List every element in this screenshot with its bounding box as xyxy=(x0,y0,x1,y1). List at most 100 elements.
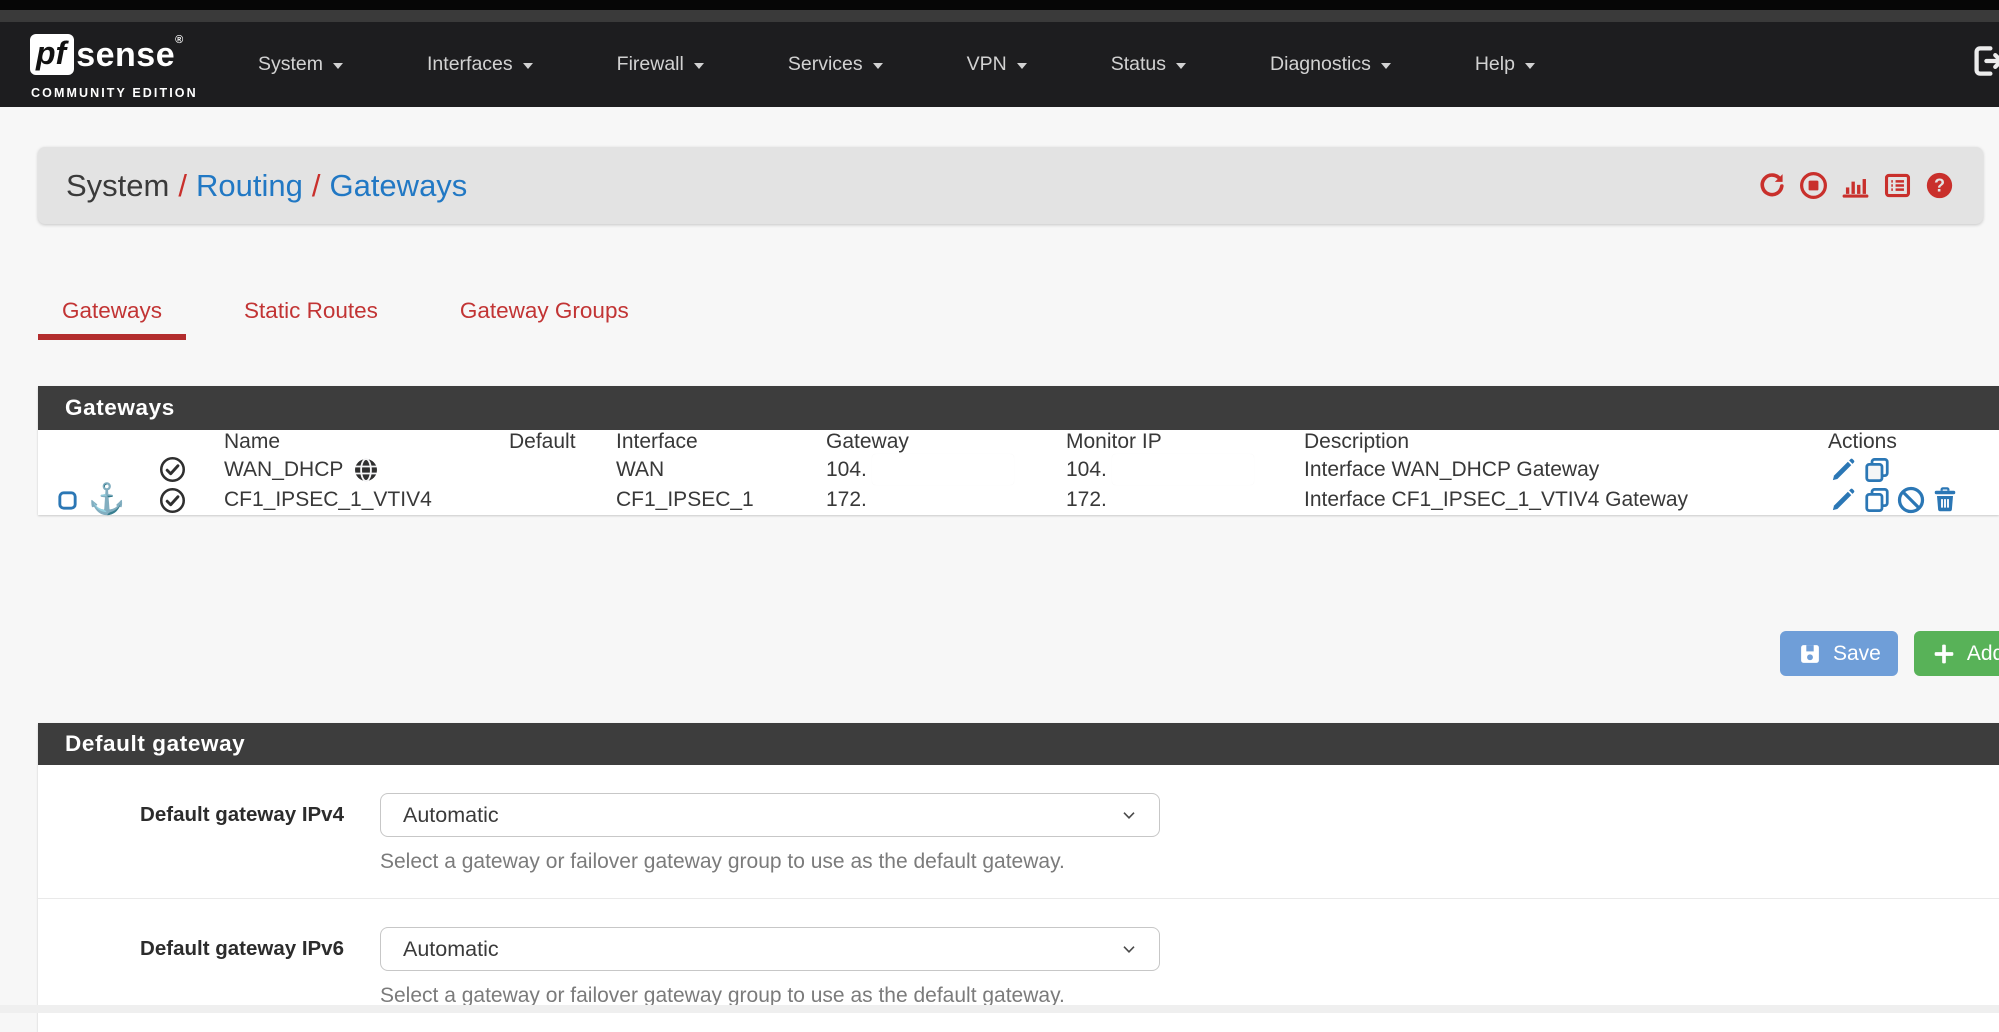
default-gateway-ipv6-label: Default gateway IPv6 xyxy=(38,927,344,961)
window-top-strip xyxy=(0,0,1999,10)
logo-pf-box: pf xyxy=(30,34,74,75)
gateway-actions-cell xyxy=(1828,454,1999,485)
gateway-name: WAN_DHCP xyxy=(224,458,343,482)
plus-icon xyxy=(1931,641,1957,667)
gateway-address-cell: 172. xyxy=(826,485,1066,515)
refresh-icon[interactable] xyxy=(1756,170,1787,201)
main-menu: System Interfaces Firewall Services VPN … xyxy=(258,22,1535,107)
copy-gateway-button[interactable] xyxy=(1862,455,1892,485)
pfsense-logo[interactable]: pfsense® xyxy=(30,34,184,77)
gateway-interface-cell: WAN xyxy=(616,454,826,485)
disable-gateway-button[interactable] xyxy=(1896,485,1926,515)
chart-icon[interactable] xyxy=(1840,170,1871,201)
chevron-down-icon xyxy=(1119,939,1139,959)
menu-system[interactable]: System xyxy=(258,53,343,76)
column-header-description: Description xyxy=(1304,430,1828,454)
breadcrumb-gateways-link[interactable]: Gateways xyxy=(329,168,467,204)
chevron-down-icon xyxy=(1525,63,1535,69)
page-bottom-strip xyxy=(0,1005,1999,1013)
column-header-name: Name xyxy=(224,430,509,454)
help-icon[interactable]: ? xyxy=(1924,170,1955,201)
chevron-down-icon xyxy=(1017,63,1027,69)
column-header-interface: Interface xyxy=(616,430,826,454)
sign-out-icon[interactable] xyxy=(1969,42,1999,80)
chevron-down-icon xyxy=(694,63,704,69)
menu-firewall[interactable]: Firewall xyxy=(617,53,704,76)
menu-status[interactable]: Status xyxy=(1111,53,1186,76)
tab-static-routes[interactable]: Static Routes xyxy=(220,288,402,340)
breadcrumb-routing-link[interactable]: Routing xyxy=(196,168,303,204)
copy-gateway-button[interactable] xyxy=(1862,485,1892,515)
table-row-marker-cell: ⚓ xyxy=(38,485,158,515)
header-spacer xyxy=(38,430,158,454)
window-title-strip xyxy=(0,10,1999,22)
monitor-ip: 104. xyxy=(1066,458,1107,482)
column-header-actions: Actions xyxy=(1828,430,1999,454)
menu-interfaces[interactable]: Interfaces xyxy=(427,53,533,76)
globe-icon xyxy=(352,456,380,484)
community-edition-tagline: COMMUNITY EDITION xyxy=(31,86,198,100)
stop-icon[interactable] xyxy=(1798,170,1829,201)
delete-gateway-button[interactable] xyxy=(1930,485,1960,515)
chevron-down-icon xyxy=(873,63,883,69)
registered-mark: ® xyxy=(175,34,184,46)
save-button-label: Save xyxy=(1833,642,1881,666)
column-header-default: Default xyxy=(509,430,616,454)
default-gateway-ipv6-select[interactable]: Automatic xyxy=(380,927,1160,971)
breadcrumb: System / Routing / Gateways ? xyxy=(38,147,1983,224)
gateway-status-cell xyxy=(158,454,224,485)
gateway-address: 104. xyxy=(826,458,867,482)
table-row-marker-cell xyxy=(38,454,158,485)
menu-services-label: Services xyxy=(788,53,863,76)
default-gateway-ipv4-select[interactable]: Automatic xyxy=(380,793,1160,837)
monitor-ip-cell: 172. xyxy=(1066,485,1304,515)
breadcrumb-separator: / xyxy=(169,168,196,204)
chevron-down-icon xyxy=(1381,63,1391,69)
svg-text:?: ? xyxy=(1934,176,1945,196)
square-icon xyxy=(56,489,79,512)
default-gateway-panel: Default gateway Default gateway IPv4 Aut… xyxy=(38,723,1999,1032)
gateways-panel: Gateways Name Default Interface Gateway … xyxy=(38,386,1999,515)
logo-sense-text: sense® xyxy=(76,34,184,77)
add-button[interactable]: Add xyxy=(1914,631,1999,676)
gateways-table: Name Default Interface Gateway Monitor I… xyxy=(38,430,1999,515)
save-button[interactable]: Save xyxy=(1780,631,1898,676)
tab-gateways[interactable]: Gateways xyxy=(38,288,186,340)
gateways-panel-title: Gateways xyxy=(38,386,1999,430)
default-gateway-ipv4-label: Default gateway IPv4 xyxy=(38,793,344,827)
menu-help[interactable]: Help xyxy=(1475,53,1535,76)
breadcrumb-system: System xyxy=(66,168,169,204)
menu-firewall-label: Firewall xyxy=(617,53,684,76)
floppy-icon xyxy=(1797,641,1823,667)
gateway-interface-cell: CF1_IPSEC_1 xyxy=(616,485,826,515)
chevron-down-icon xyxy=(1119,805,1139,825)
edit-gateway-button[interactable] xyxy=(1828,455,1858,485)
gateway-address-cell: 104. xyxy=(826,454,1066,485)
column-header-gateway: Gateway xyxy=(826,430,1066,454)
menu-vpn-label: VPN xyxy=(967,53,1007,76)
default-gateway-ipv4-help: Select a gateway or failover gateway gro… xyxy=(380,850,1160,874)
page-header-actions: ? xyxy=(1756,170,1955,201)
tab-gateway-groups[interactable]: Gateway Groups xyxy=(436,288,653,340)
breadcrumb-separator: / xyxy=(303,168,330,204)
menu-diagnostics-label: Diagnostics xyxy=(1270,53,1371,76)
chevron-down-icon xyxy=(523,63,533,69)
log-icon[interactable] xyxy=(1882,170,1913,201)
monitor-ip-cell: 104. xyxy=(1066,454,1304,485)
page-title: System / Routing / Gateways xyxy=(66,168,467,204)
menu-diagnostics[interactable]: Diagnostics xyxy=(1270,53,1391,76)
edit-gateway-button[interactable] xyxy=(1828,485,1858,515)
selected-value: Automatic xyxy=(403,937,499,962)
chevron-down-icon xyxy=(1176,63,1186,69)
gateway-description-cell: Interface WAN_DHCP Gateway xyxy=(1304,454,1828,485)
default-gateway-panel-title: Default gateway xyxy=(38,723,1999,765)
default-gateway-form: Default gateway IPv4 Automatic Select a … xyxy=(38,765,1999,1032)
check-circle-icon xyxy=(158,486,187,515)
menu-help-label: Help xyxy=(1475,53,1515,76)
menu-services[interactable]: Services xyxy=(788,53,883,76)
gateway-name-cell: CF1_IPSEC_1_VTIV4 xyxy=(224,485,509,515)
gateway-name-cell: WAN_DHCP xyxy=(224,454,509,485)
form-row-ipv4: Default gateway IPv4 Automatic Select a … xyxy=(38,765,1999,899)
gateway-description-cell: Interface CF1_IPSEC_1_VTIV4 Gateway xyxy=(1304,485,1828,515)
menu-vpn[interactable]: VPN xyxy=(967,53,1027,76)
